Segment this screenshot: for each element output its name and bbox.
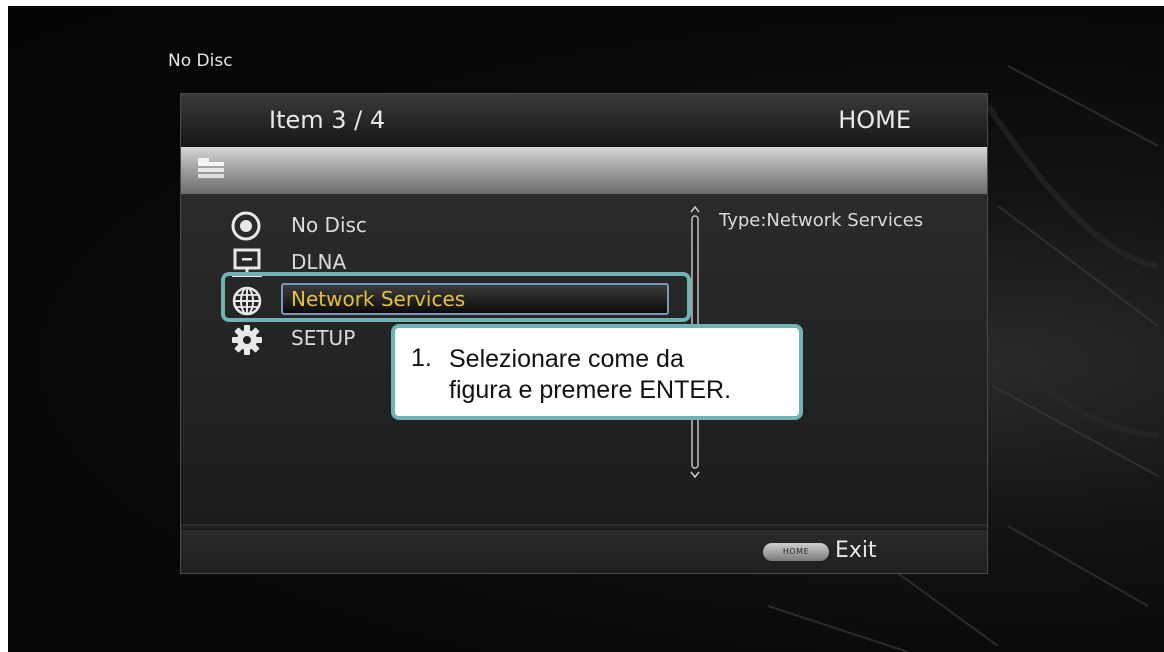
step-number: 1. — [411, 344, 432, 372]
path-bar — [181, 147, 987, 194]
home-button-icon: HOME — [763, 543, 829, 561]
menu-item-label: DLNA — [291, 250, 347, 274]
selection-annotation-frame — [221, 272, 691, 322]
instruction-text: Selezionare come da figura e premere ENT… — [449, 344, 731, 406]
instruction-callout: 1. Selezionare come da figura e premere … — [391, 324, 803, 420]
menu-item-no-disc[interactable]: No Disc — [231, 208, 681, 246]
scroll-down-arrow-icon — [690, 471, 700, 479]
tv-screen: No Disc Item 3 / 4 HOME No Disc DLNA Net… — [8, 6, 1164, 652]
item-counter: Item 3 / 4 — [269, 106, 386, 134]
instruction-line-1: Selezionare come da — [449, 345, 684, 373]
disc-status: No Disc — [168, 51, 233, 71]
gear-icon — [232, 325, 262, 355]
instruction-line-2: figura e premere ENTER. — [449, 376, 732, 404]
panel-footer: HOME Exit — [181, 530, 987, 573]
item-type-info: Type:Network Services — [719, 210, 924, 231]
scroll-up-arrow-icon — [690, 205, 700, 213]
page-title: HOME — [838, 106, 911, 134]
folder-icon — [198, 158, 224, 178]
disc-icon — [231, 211, 261, 241]
menu-item-label: No Disc — [291, 213, 367, 237]
panel-header: Item 3 / 4 HOME — [181, 94, 987, 147]
exit-label[interactable]: Exit — [835, 538, 877, 563]
menu-item-label: SETUP — [291, 326, 356, 350]
